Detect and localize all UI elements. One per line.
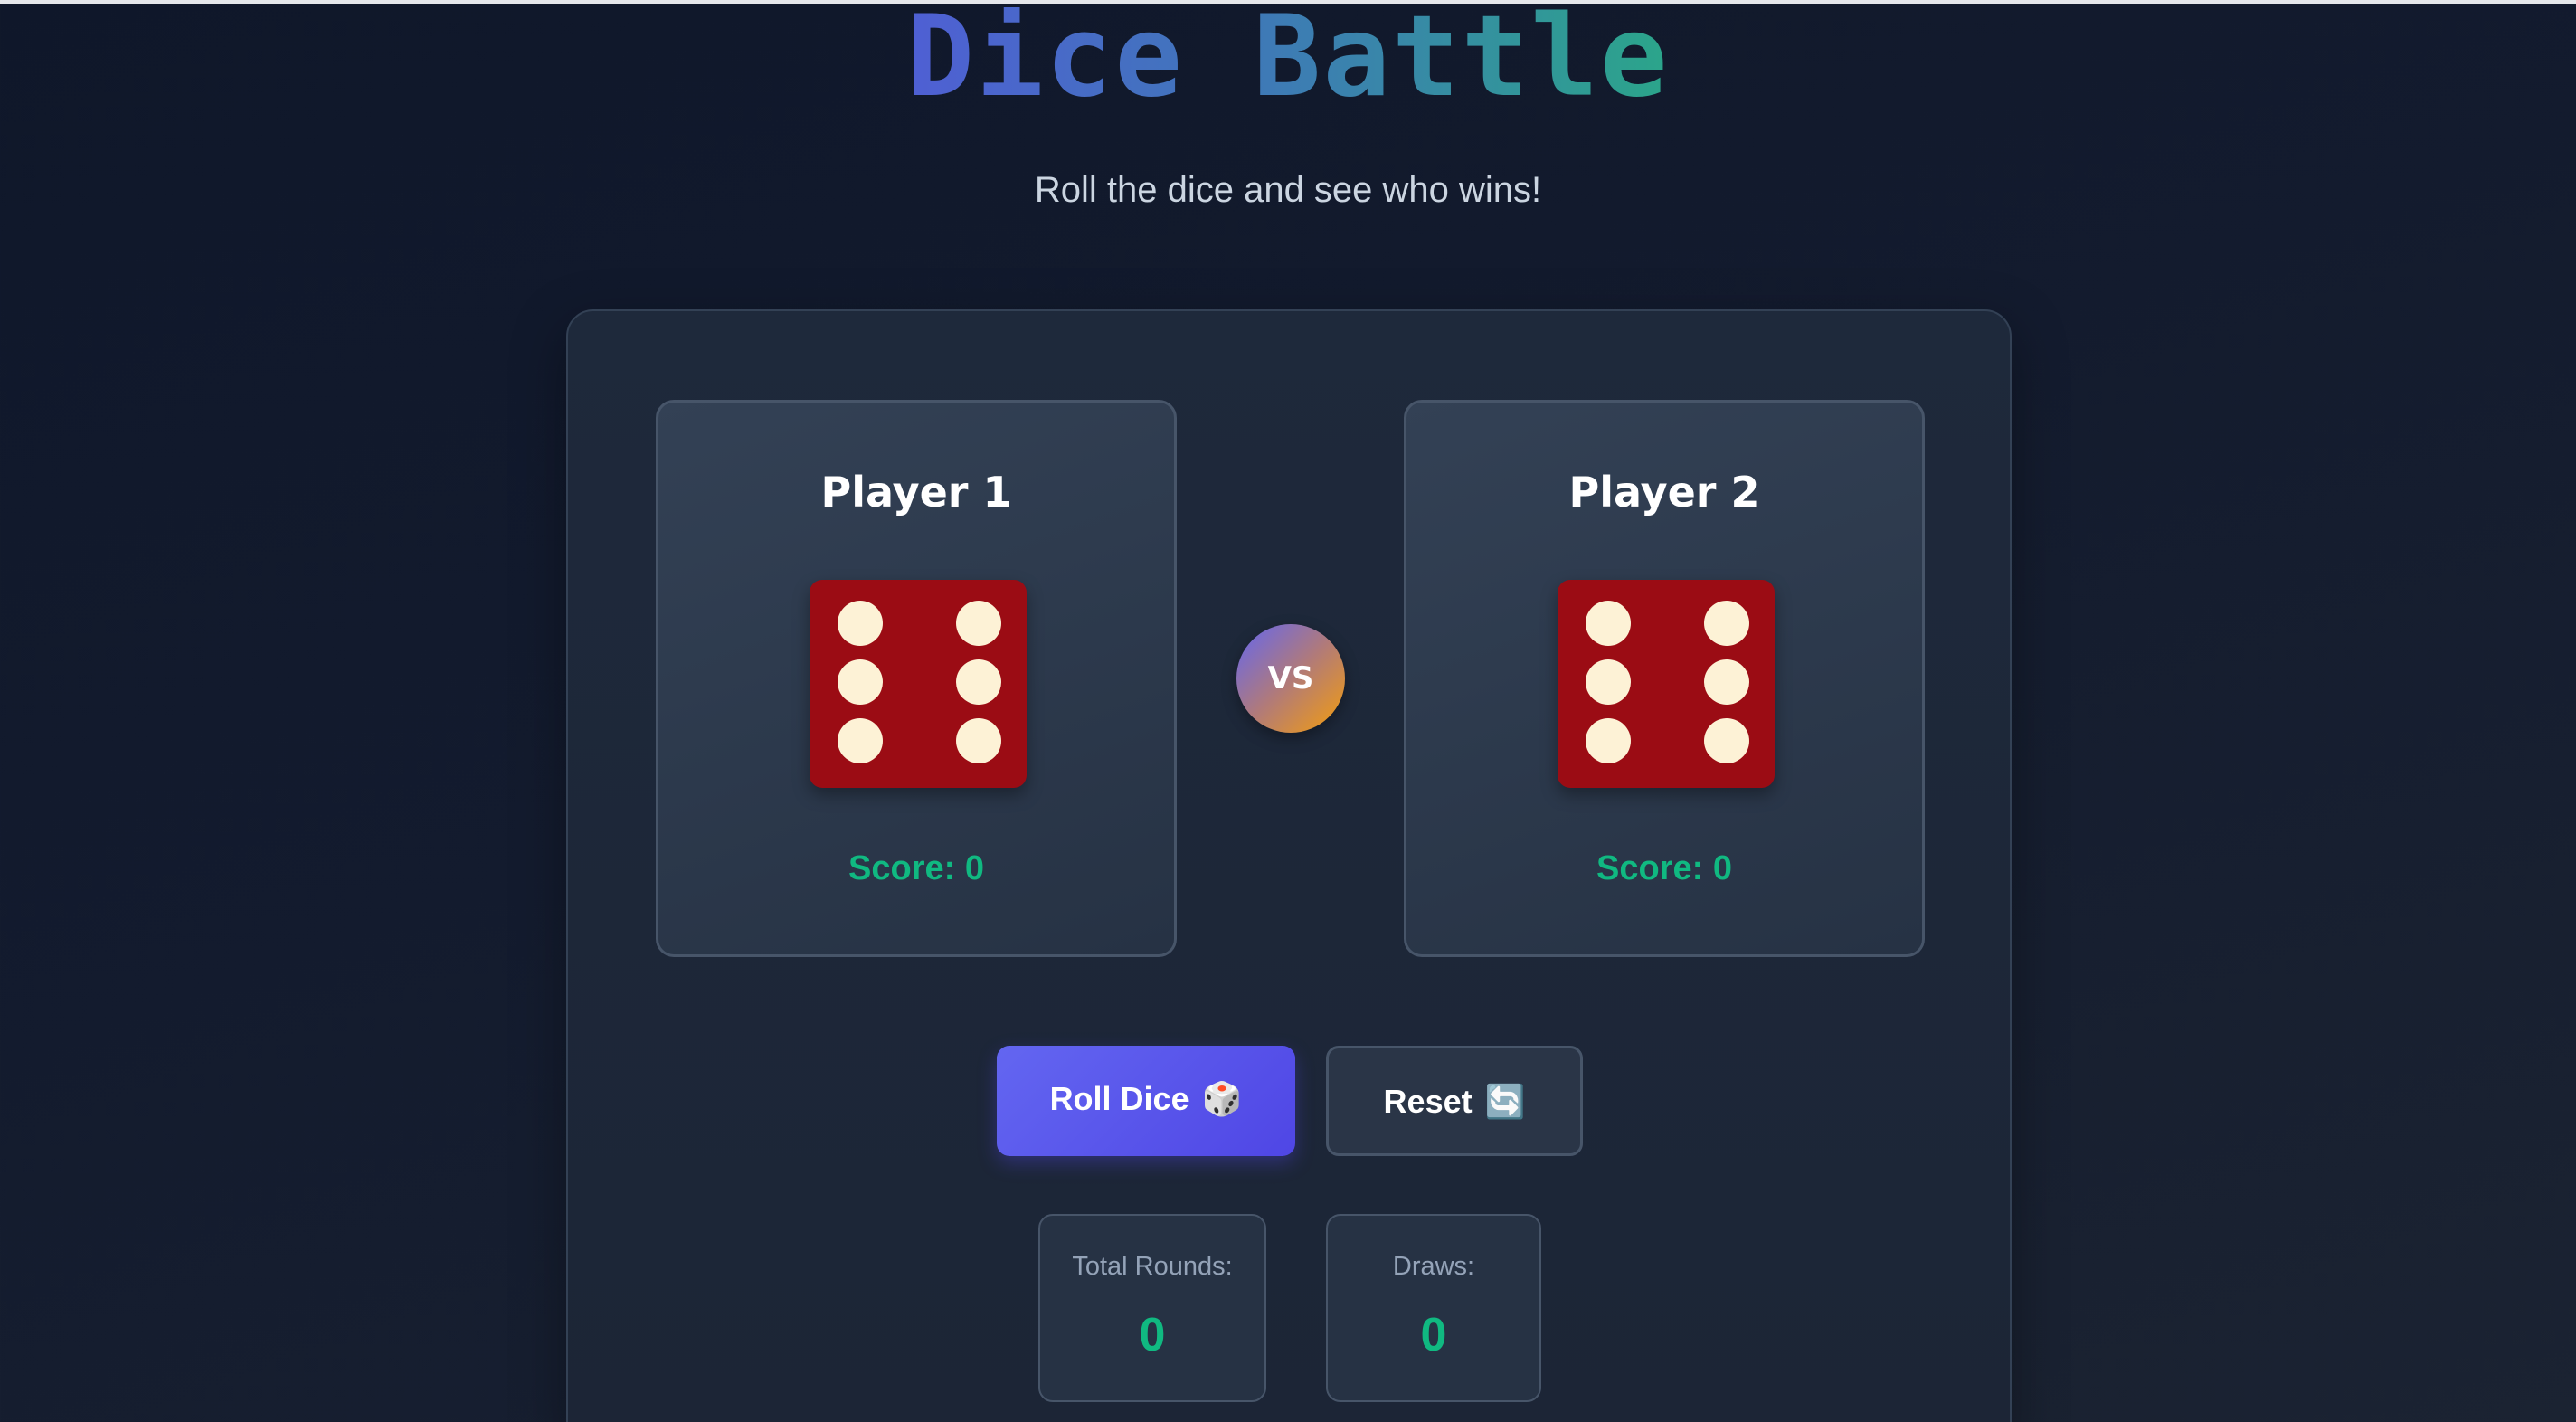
player-2-name: Player 2 xyxy=(1568,468,1760,517)
player-1-name: Player 1 xyxy=(820,468,1012,517)
player-2-score: Score: 0 xyxy=(1596,849,1732,887)
total-rounds-stat: Total Rounds: 0 xyxy=(1038,1214,1266,1402)
die-pip xyxy=(1704,718,1749,763)
roll-dice-button[interactable]: Roll Dice 🎲 xyxy=(997,1046,1295,1156)
die-pip xyxy=(838,601,883,646)
draws-stat: Draws: 0 xyxy=(1326,1214,1541,1402)
die-pip xyxy=(956,659,1001,705)
player-2-panel: Player 2 Score: 0 xyxy=(1404,400,1925,957)
vs-badge: VS xyxy=(1236,624,1345,733)
player-2-die xyxy=(1558,580,1775,788)
draws-label: Draws: xyxy=(1392,1252,1475,1281)
die-pip xyxy=(1704,601,1749,646)
game-title: Dice Battle xyxy=(0,7,2576,116)
reset-button[interactable]: Reset 🔄 xyxy=(1326,1046,1583,1156)
die-pip xyxy=(1586,601,1631,646)
die-pip xyxy=(838,718,883,763)
total-rounds-value: 0 xyxy=(1139,1309,1166,1361)
player-1-score: Score: 0 xyxy=(848,849,984,887)
die-pip xyxy=(956,601,1001,646)
total-rounds-label: Total Rounds: xyxy=(1072,1252,1233,1281)
reset-label: Reset xyxy=(1383,1083,1473,1120)
dice-icon: 🎲 xyxy=(1201,1081,1243,1118)
game-card: Player 1 Score: 0 VS Player 2 Score: 0 R… xyxy=(566,309,2012,1422)
game-subtitle: Roll the dice and see who wins! xyxy=(1034,170,1542,210)
player-1-panel: Player 1 Score: 0 xyxy=(656,400,1177,957)
die-pip xyxy=(1586,718,1631,763)
refresh-icon: 🔄 xyxy=(1484,1084,1526,1121)
die-pip xyxy=(956,718,1001,763)
player-1-die xyxy=(810,580,1027,788)
draws-value: 0 xyxy=(1420,1309,1447,1361)
die-pip xyxy=(1704,659,1749,705)
die-pip xyxy=(838,659,883,705)
roll-dice-label: Roll Dice xyxy=(1049,1080,1189,1117)
die-pip xyxy=(1586,659,1631,705)
